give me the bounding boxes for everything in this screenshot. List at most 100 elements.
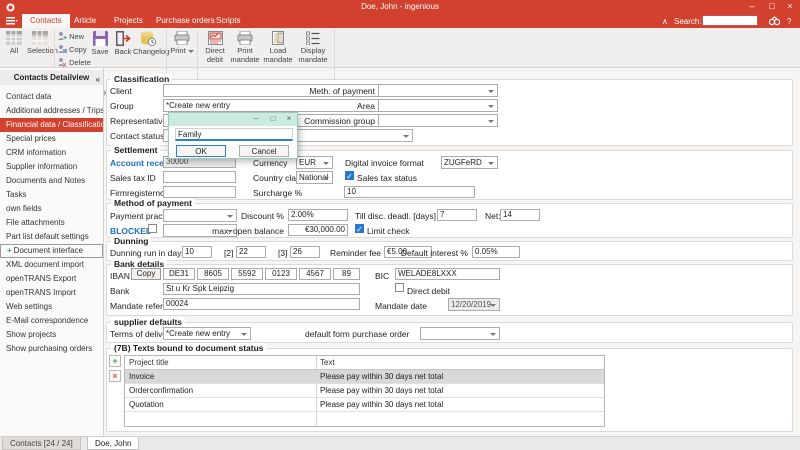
- sidebar-item-documents-and-notes[interactable]: Documents and Notes: [0, 174, 103, 188]
- binoculars-search-icon[interactable]: [769, 16, 780, 26]
- svg-text:+: +: [63, 35, 67, 41]
- iban-part-6-field[interactable]: 89: [333, 268, 360, 280]
- sidebar-item-opentrans-export[interactable]: openTRANS Export: [0, 272, 103, 286]
- maximize-button[interactable]: □: [764, 1, 780, 11]
- minimize-button[interactable]: –: [744, 1, 760, 11]
- bottom-tab-contacts[interactable]: Contacts [24 / 24]: [2, 437, 81, 450]
- surcharge-field[interactable]: 10: [344, 186, 475, 198]
- limit-check-checkbox[interactable]: ✓: [355, 224, 364, 233]
- all-button[interactable]: All: [2, 30, 26, 66]
- ok-button[interactable]: OK: [176, 145, 226, 157]
- bic-field[interactable]: WELADE8LXXX: [395, 268, 500, 280]
- iban-part-4-field[interactable]: 0123: [265, 268, 297, 280]
- sidebar-item-additional-addresses[interactable]: Additional addresses / Trips: [0, 104, 103, 118]
- search-input[interactable]: [702, 15, 758, 26]
- sidebar-item-document-interface[interactable]: +Document interface: [0, 244, 103, 258]
- sidebar-item-file-attachments[interactable]: File attachments: [0, 216, 103, 230]
- sidebar-item-supplier-information[interactable]: Supplier information: [0, 160, 103, 174]
- blocked-label[interactable]: BLOCKED: [110, 226, 152, 236]
- sales-tax-id-field[interactable]: [163, 171, 236, 183]
- tab-contacts[interactable]: Contacts: [22, 14, 70, 28]
- bank-name-field[interactable]: St u Kr Spk Leipzig: [163, 283, 360, 295]
- add-row-button[interactable]: +: [109, 355, 121, 367]
- sidebar-item-xml-document-import[interactable]: XML document import: [0, 258, 103, 272]
- terms-of-delivery-select[interactable]: *Create new entry: [163, 327, 251, 340]
- iban-part-2-field[interactable]: 8605: [197, 268, 229, 280]
- client-label: Client: [110, 86, 132, 96]
- sidebar-item-financial-data[interactable]: Financial data / Classification: [0, 118, 103, 132]
- table-row[interactable]: Quotation Please pay within 30 days net …: [125, 398, 604, 412]
- meth-of-payment-select[interactable]: [378, 84, 498, 97]
- mandate-date-field[interactable]: 12/20/2019: [448, 298, 500, 311]
- country-class-select[interactable]: National: [296, 171, 333, 184]
- sidebar-item-opentrans-import[interactable]: openTRANS Import: [0, 286, 103, 300]
- dialog-close-button[interactable]: ×: [282, 114, 296, 123]
- sidebar-item-show-projects[interactable]: Show projects: [0, 328, 103, 342]
- print-button[interactable]: Print: [170, 30, 194, 66]
- sidebar-item-tasks[interactable]: Tasks: [0, 188, 103, 202]
- sidebar-item-special-prices[interactable]: Special prices: [0, 132, 103, 146]
- changelog-button[interactable]: Changelog: [133, 30, 163, 66]
- sidebar-item-part-list-default-settings[interactable]: Part list default settings: [0, 230, 103, 244]
- copy-iban-button[interactable]: Copy: [131, 268, 161, 280]
- limit-check-label: Limit check: [367, 226, 410, 236]
- sales-tax-status-checkbox[interactable]: ✓: [345, 171, 354, 180]
- menu-icon[interactable]: [6, 17, 18, 25]
- close-button[interactable]: ×: [782, 1, 798, 11]
- iban-part-1-field[interactable]: DE31: [163, 268, 195, 280]
- tab-scripts[interactable]: Scripts: [208, 14, 248, 28]
- dialog-maximize-button[interactable]: □: [266, 114, 280, 123]
- table-row[interactable]: Invoice Please pay within 30 days net to…: [125, 370, 604, 384]
- new-entry-input[interactable]: Family: [175, 128, 293, 141]
- dunning-run3-field[interactable]: 26: [290, 246, 320, 258]
- till-disc-deadline-field[interactable]: 7: [437, 209, 477, 221]
- back-button[interactable]: Back: [112, 30, 134, 66]
- sidebar-item-contact-data[interactable]: Contact data: [0, 90, 103, 104]
- discount-field[interactable]: 2.00%: [288, 209, 348, 221]
- display-mandate-button[interactable]: Display mandate: [296, 30, 330, 66]
- new-button[interactable]: + New: [57, 31, 84, 43]
- sidebar-item-show-purchasing-orders[interactable]: Show purchasing orders: [0, 342, 103, 356]
- sidebar-item-email-correspondence[interactable]: E-Mail correspondence: [0, 314, 103, 328]
- sidebar-item-own-fields[interactable]: own fields: [0, 202, 103, 216]
- table-header-row: Project title Text: [125, 356, 604, 370]
- load-mandate-button[interactable]: Load mandate: [261, 30, 295, 66]
- tab-article[interactable]: Article: [66, 14, 104, 28]
- bottom-tab-doe-john[interactable]: Doe, John: [87, 437, 139, 450]
- default-interest-field[interactable]: 0.05%: [472, 246, 520, 258]
- dialog-minimize-button[interactable]: –: [249, 114, 263, 123]
- group-select[interactable]: *Create new entry: [163, 99, 413, 112]
- direct-debit-checkbox[interactable]: [395, 283, 404, 292]
- default-form-purchase-order-select[interactable]: [420, 327, 500, 340]
- remove-row-button[interactable]: ×: [109, 370, 121, 382]
- currency-select[interactable]: EUR: [296, 156, 333, 169]
- iban-part-3-field[interactable]: 5592: [231, 268, 263, 280]
- direct-debit-button[interactable]: Direct debit: [201, 30, 229, 66]
- tab-projects[interactable]: Projects: [106, 14, 151, 28]
- help-icon[interactable]: ?: [787, 17, 791, 26]
- cancel-button[interactable]: Cancel: [239, 145, 289, 157]
- area-select[interactable]: [378, 99, 498, 112]
- net-field[interactable]: 14: [500, 209, 540, 221]
- payment-practice-select[interactable]: [163, 209, 237, 222]
- tree-expand-icon[interactable]: +: [7, 246, 12, 255]
- print-mandate-button[interactable]: Print mandate: [230, 30, 260, 66]
- collapse-ribbon-icon[interactable]: ∧: [662, 17, 668, 26]
- table-row[interactable]: Orderconfirmation Please pay within 30 d…: [125, 384, 604, 398]
- selection-button[interactable]: Selection: [27, 30, 53, 66]
- collapse-sidebar-icon[interactable]: «: [96, 72, 100, 87]
- commission-group-select[interactable]: [378, 114, 498, 127]
- copy-button[interactable]: Copy: [57, 44, 87, 56]
- max-open-balance-field[interactable]: €30,000.00: [288, 224, 348, 236]
- sidebar-item-crm-information[interactable]: CRM information: [0, 146, 103, 160]
- dunning-run2-field[interactable]: 22: [236, 246, 266, 258]
- client-select[interactable]: [163, 84, 413, 97]
- blocked-checkbox[interactable]: [148, 224, 157, 233]
- mandate-reference-field[interactable]: 00024: [163, 298, 360, 310]
- iban-part-5-field[interactable]: 4567: [299, 268, 331, 280]
- firm-register-field[interactable]: [163, 186, 236, 198]
- save-button[interactable]: Save: [88, 30, 112, 66]
- dunning-run1-field[interactable]: 10: [182, 246, 212, 258]
- sidebar-item-web-settings[interactable]: Web settings: [0, 300, 103, 314]
- digital-invoice-format-select[interactable]: ZUGFeRD: [441, 156, 498, 169]
